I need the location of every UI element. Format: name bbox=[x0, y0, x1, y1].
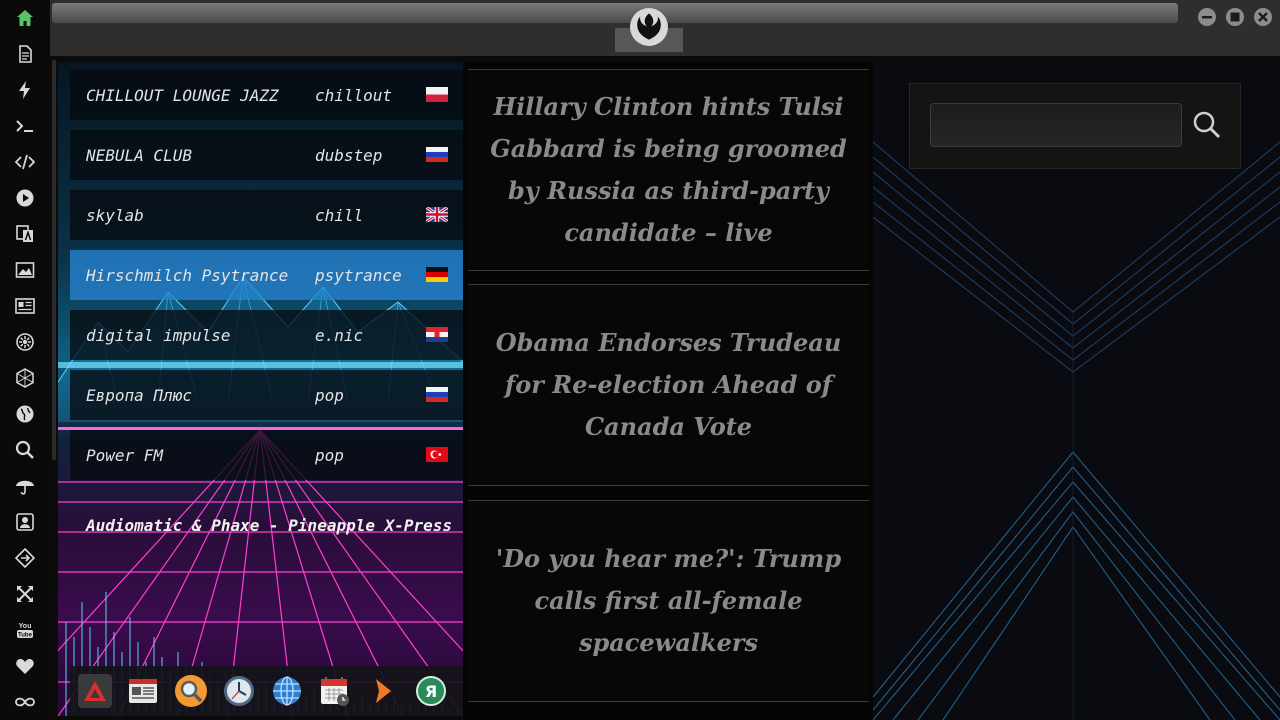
station-row[interactable]: skylab chill bbox=[70, 190, 463, 240]
expand-icon[interactable] bbox=[13, 582, 37, 606]
flag-russia-icon bbox=[426, 387, 448, 402]
lightning-icon[interactable] bbox=[13, 78, 37, 102]
sidebar-divider bbox=[52, 60, 56, 460]
news-headline[interactable]: Obama Endorses Trudeau for Re-election A… bbox=[468, 284, 869, 486]
flag-poland-icon bbox=[426, 87, 448, 102]
cog-icon[interactable] bbox=[13, 330, 37, 354]
globe-app-icon[interactable] bbox=[268, 673, 305, 710]
station-row[interactable]: Power FM pop bbox=[70, 430, 463, 480]
station-row-selected[interactable]: Hirschmilch Psytrance psytrance bbox=[70, 250, 463, 300]
station-name: Hirschmilch Psytrance bbox=[86, 265, 289, 285]
station-name: Power FM bbox=[86, 445, 164, 465]
globe-icon[interactable] bbox=[13, 402, 37, 426]
rebel-alliance-icon[interactable] bbox=[630, 8, 668, 46]
station-name: NEBULA CLUB bbox=[86, 145, 192, 165]
station-genre: psytrance bbox=[315, 265, 402, 285]
svg-text:Я: Я bbox=[424, 682, 436, 701]
station-name: CHILLOUT LOUNGE JAZZ bbox=[86, 85, 279, 105]
search-box bbox=[909, 83, 1241, 169]
news-app-icon[interactable] bbox=[124, 673, 161, 710]
play-icon[interactable] bbox=[13, 186, 37, 210]
close-icon[interactable] bbox=[1254, 8, 1272, 26]
newspaper-icon[interactable] bbox=[13, 294, 37, 318]
flag-turkey-icon bbox=[426, 447, 448, 462]
youtube-icon[interactable]: You Tube bbox=[13, 618, 37, 642]
yandex-app-icon[interactable]: Я bbox=[412, 673, 449, 710]
search-pane bbox=[873, 62, 1280, 720]
diamond-arrows-icon[interactable] bbox=[13, 546, 37, 570]
infinity-icon[interactable] bbox=[13, 690, 37, 714]
news-feed: Hillary Clinton hints Tulsi Gabbard is b… bbox=[463, 62, 873, 720]
app-dock: Я bbox=[70, 666, 463, 716]
station-genre: dubstep bbox=[315, 145, 383, 165]
arrow-app-icon[interactable] bbox=[364, 673, 401, 710]
station-name: skylab bbox=[86, 205, 144, 225]
title-bar-track[interactable] bbox=[52, 3, 1178, 23]
flag-russia-icon bbox=[426, 147, 448, 162]
station-row[interactable]: digital impulse e.nic bbox=[70, 310, 463, 360]
station-row[interactable]: Европа Плюс pop bbox=[70, 370, 463, 420]
hex-network-icon[interactable] bbox=[13, 366, 37, 390]
station-genre: e.nic bbox=[315, 325, 364, 345]
station-name: Европа Плюс bbox=[86, 385, 192, 405]
station-row[interactable]: NEBULA CLUB dubstep bbox=[70, 130, 463, 180]
red-triangle-app-icon[interactable] bbox=[76, 673, 113, 710]
news-headline[interactable]: Hillary Clinton hints Tulsi Gabbard is b… bbox=[468, 69, 869, 271]
icon-sidebar: You Tube bbox=[0, 0, 50, 720]
station-genre: chillout bbox=[315, 85, 393, 105]
magnifier-app-icon[interactable] bbox=[172, 673, 209, 710]
flag-uk-icon bbox=[426, 207, 448, 222]
umbrella-icon[interactable] bbox=[13, 474, 37, 498]
radio-panel: CHILLOUT LOUNGE JAZZ chillout NEBULA CLU… bbox=[58, 62, 463, 716]
search-button[interactable] bbox=[1190, 108, 1224, 142]
document-icon[interactable] bbox=[13, 42, 37, 66]
news-headline[interactable]: 'Do you hear me?': Trump calls first all… bbox=[468, 500, 869, 702]
svg-text:Tube: Tube bbox=[18, 633, 33, 639]
contact-icon[interactable] bbox=[13, 510, 37, 534]
flag-croatia-icon bbox=[426, 327, 448, 342]
search-icon[interactable] bbox=[13, 438, 37, 462]
terminal-icon[interactable] bbox=[13, 114, 37, 138]
minimize-icon[interactable] bbox=[1198, 8, 1216, 26]
station-row[interactable]: CHILLOUT LOUNGE JAZZ chillout bbox=[70, 70, 463, 120]
station-genre: chill bbox=[315, 205, 364, 225]
calendar-app-icon[interactable] bbox=[316, 673, 353, 710]
clock-app-icon[interactable] bbox=[220, 673, 257, 710]
now-playing-title: Audiomatic & Phaxe - Pineapple X-Press bbox=[86, 516, 453, 535]
maximize-icon[interactable] bbox=[1226, 8, 1244, 26]
home-icon[interactable] bbox=[13, 6, 37, 30]
heart-icon[interactable] bbox=[13, 654, 37, 678]
svg-text:You: You bbox=[19, 623, 32, 630]
code-icon[interactable] bbox=[13, 150, 37, 174]
station-name: digital impulse bbox=[86, 325, 231, 345]
flag-germany-icon bbox=[426, 267, 448, 282]
search-input[interactable] bbox=[930, 103, 1182, 147]
image-icon[interactable] bbox=[13, 258, 37, 282]
translate-icon[interactable] bbox=[13, 222, 37, 246]
search-icon bbox=[1193, 111, 1221, 139]
station-genre: pop bbox=[315, 385, 344, 405]
station-genre: pop bbox=[315, 445, 344, 465]
window-top-bar bbox=[50, 0, 1280, 56]
